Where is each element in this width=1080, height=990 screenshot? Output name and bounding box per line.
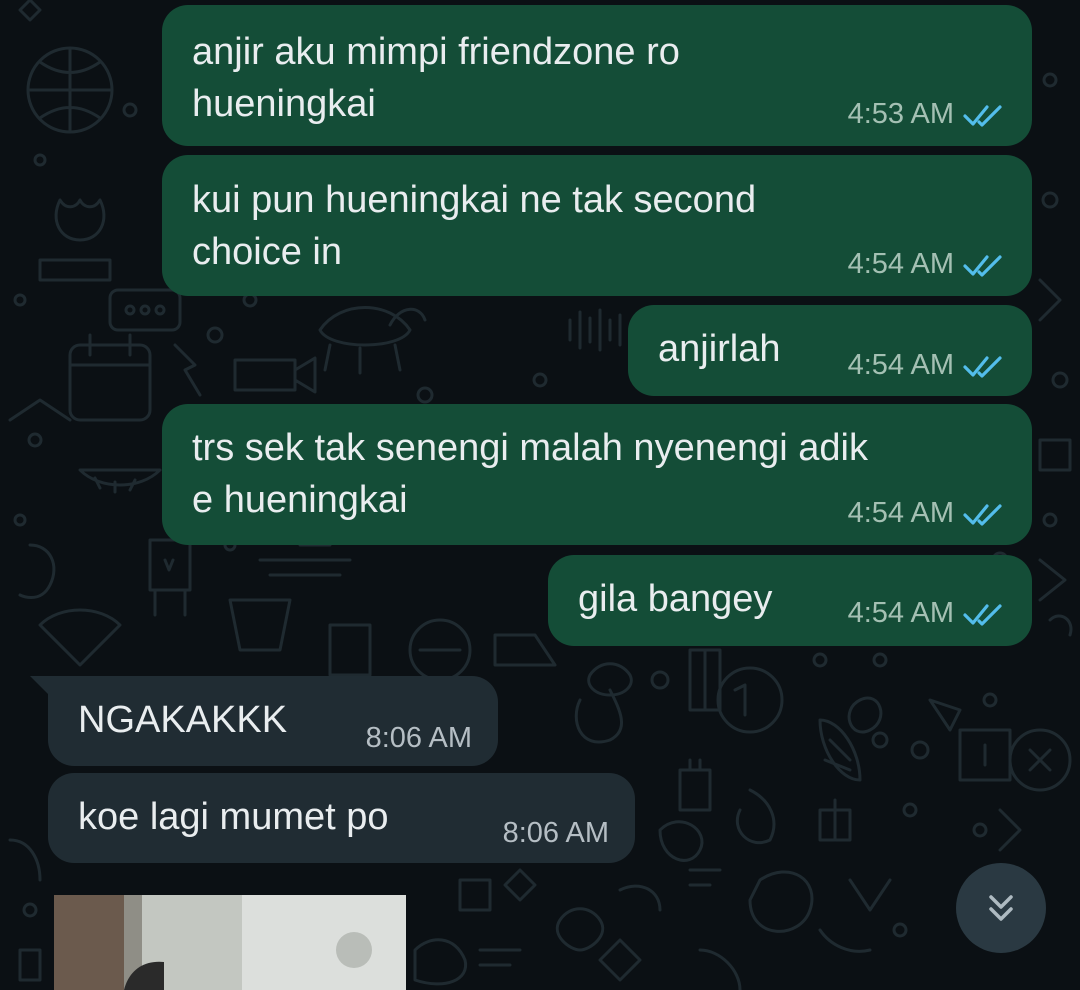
message-text-line: gila bangey bbox=[578, 578, 773, 620]
read-double-check-icon bbox=[963, 603, 1002, 626]
message-timestamp: 8:06 AM bbox=[365, 722, 472, 754]
message-text-line: NGAKAKKK bbox=[78, 699, 288, 741]
message-meta: 4:54 AM bbox=[848, 349, 1006, 382]
message-text-line: koe lagi mumet po bbox=[78, 796, 389, 838]
message-meta: 8:06 AM bbox=[366, 722, 472, 755]
message-text-line: hueningkai bbox=[192, 83, 376, 125]
read-double-check-icon bbox=[963, 503, 1002, 526]
outgoing-message[interactable]: trs sek tak senengi malah nyenengi adik … bbox=[162, 404, 1032, 545]
message-meta: 4:54 AM bbox=[848, 497, 1006, 530]
message-text-line: anjir aku mimpi friendzone ro bbox=[192, 31, 680, 73]
message-text-line: anjirlah bbox=[658, 328, 781, 370]
message-timestamp: 4:54 AM bbox=[847, 248, 954, 280]
message-meta: 4:53 AM bbox=[848, 98, 1006, 131]
message-text-line: choice in bbox=[192, 231, 342, 273]
scroll-to-bottom-button[interactable] bbox=[956, 863, 1046, 953]
outgoing-message[interactable]: anjir aku mimpi friendzone ro hueningkai… bbox=[162, 5, 1032, 146]
incoming-message[interactable]: NGAKAKKK 8:06 AM bbox=[48, 676, 498, 766]
message-timestamp: 4:54 AM bbox=[847, 597, 954, 629]
message-timestamp: 8:06 AM bbox=[502, 817, 609, 849]
read-double-check-icon bbox=[963, 104, 1002, 127]
double-chevron-down-icon bbox=[989, 895, 1013, 921]
message-meta: 4:54 AM bbox=[848, 597, 1006, 630]
message-meta: 8:06 AM bbox=[503, 817, 609, 850]
message-timestamp: 4:53 AM bbox=[847, 98, 954, 130]
message-text-line: trs sek tak senengi malah nyenengi adik bbox=[192, 427, 868, 469]
message-timestamp: 4:54 AM bbox=[847, 497, 954, 529]
message-text-line: e hueningkai bbox=[192, 479, 408, 521]
incoming-image-message[interactable] bbox=[54, 895, 406, 990]
outgoing-message[interactable]: anjirlah 4:54 AM bbox=[628, 305, 1032, 396]
message-text-line: kui pun hueningkai ne tak second bbox=[192, 179, 757, 221]
incoming-message[interactable]: koe lagi mumet po 8:06 AM bbox=[48, 773, 635, 863]
photo-thumbnail bbox=[54, 895, 406, 990]
outgoing-message[interactable]: kui pun hueningkai ne tak second choice … bbox=[162, 155, 1032, 296]
message-timestamp: 4:54 AM bbox=[847, 349, 954, 381]
read-double-check-icon bbox=[963, 254, 1002, 277]
read-double-check-icon bbox=[963, 355, 1002, 378]
message-meta: 4:54 AM bbox=[848, 248, 1006, 281]
outgoing-message[interactable]: gila bangey 4:54 AM bbox=[548, 555, 1032, 646]
